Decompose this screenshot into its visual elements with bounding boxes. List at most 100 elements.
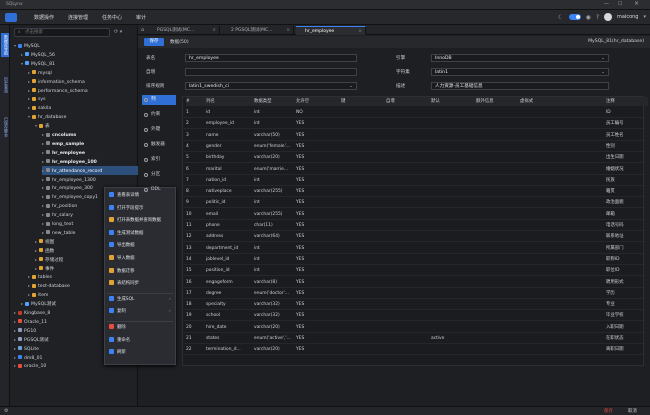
table-cell[interactable] — [431, 345, 474, 355]
tree-node[interactable]: ▸ test-database — [28, 281, 70, 290]
column-header[interactable]: 自增 — [386, 97, 431, 106]
table-cell[interactable] — [476, 345, 518, 355]
table-cell[interactable] — [476, 131, 518, 141]
table-cell[interactable] — [431, 142, 474, 152]
table-cell[interactable]: 13 — [186, 244, 204, 254]
context-menu-item[interactable]: 表结构同步 — [109, 279, 139, 289]
table-row[interactable]: 4 gender enum('female'... YES 性别 — [183, 142, 645, 152]
table-cell[interactable]: 性别 — [606, 142, 646, 152]
tree-node[interactable]: ▸ hr_employee — [42, 148, 85, 157]
table-row[interactable]: 21 states enum('active','... YES active 在职状态 — [183, 334, 645, 344]
maximize-icon[interactable]: ☐ — [618, 1, 622, 7]
table-cell[interactable]: YES — [296, 232, 339, 242]
table-row[interactable]: 1 id int NO ID — [183, 108, 645, 118]
table-cell[interactable] — [431, 165, 474, 175]
table-cell[interactable] — [341, 232, 384, 242]
table-cell[interactable]: enum('active','... — [254, 334, 294, 344]
table-cell[interactable] — [476, 153, 518, 163]
table-cell[interactable]: 学历 — [606, 289, 646, 299]
username[interactable]: maicong — [617, 14, 638, 20]
table-cell[interactable]: varchar(32) — [254, 311, 294, 321]
table-cell[interactable]: 婚姻状况 — [606, 165, 646, 175]
table-cell[interactable] — [341, 289, 384, 299]
tree-node[interactable]: ▸ hr_employee_copy1 — [42, 192, 98, 201]
table-cell[interactable] — [341, 311, 384, 321]
tree-node[interactable]: ▾ 表 — [35, 121, 50, 130]
tree-node[interactable]: ▸ item — [28, 290, 48, 299]
table-cell[interactable]: 聘用形式 — [606, 278, 646, 288]
table-cell[interactable] — [476, 108, 518, 118]
structure-tab[interactable]: 约束 — [142, 110, 176, 120]
column-header[interactable]: 虚拟式 — [520, 97, 606, 106]
table-row[interactable]: 18 specialty varchar(32) YES 专业 — [183, 300, 645, 311]
table-cell[interactable]: varchar(20) — [254, 345, 294, 355]
table-cell[interactable] — [341, 221, 384, 231]
table-cell[interactable]: marital — [206, 165, 252, 175]
table-cell[interactable]: states — [206, 334, 252, 344]
structure-tab[interactable]: 分区 — [142, 170, 176, 180]
table-cell[interactable] — [520, 142, 604, 152]
engine-select[interactable]: InnoDB ⌄ — [431, 54, 609, 62]
table-cell[interactable]: 18 — [186, 300, 204, 310]
table-cell[interactable]: active — [431, 334, 474, 344]
table-cell[interactable]: 入职日期 — [606, 323, 646, 333]
minimize-icon[interactable]: — — [604, 1, 609, 7]
context-menu-item[interactable]: 打开字段提示 — [109, 204, 143, 214]
table-cell[interactable]: 8 — [186, 187, 204, 197]
table-cell[interactable] — [341, 210, 384, 220]
save-button[interactable]: 保存 — [144, 38, 164, 46]
table-cell[interactable]: 5 — [186, 153, 204, 163]
table-cell[interactable] — [341, 278, 384, 288]
tree-node[interactable]: ▸ PG10 — [14, 326, 36, 335]
table-cell[interactable]: joblevel_id — [206, 255, 252, 265]
table-row[interactable]: 12 address varchar(64) YES 联系地址 — [183, 232, 645, 243]
table-cell[interactable]: engageform — [206, 278, 252, 288]
table-cell[interactable] — [341, 119, 384, 129]
table-cell[interactable] — [386, 210, 429, 220]
table-cell[interactable]: 4 — [186, 142, 204, 152]
table-cell[interactable]: int — [254, 198, 294, 208]
table-cell[interactable]: 员工姓名 — [606, 131, 646, 141]
tree-node[interactable]: ▾ MySQL_81 — [21, 59, 55, 68]
table-cell[interactable] — [476, 289, 518, 299]
table-cell[interactable]: 电话号码 — [606, 221, 646, 231]
table-cell[interactable] — [520, 153, 604, 163]
tree-node[interactable]: ▸ MySQL_56 — [21, 50, 55, 59]
table-cell[interactable]: YES — [296, 323, 339, 333]
table-cell[interactable] — [431, 278, 474, 288]
table-cell[interactable]: gender — [206, 142, 252, 152]
table-cell[interactable] — [341, 255, 384, 265]
table-cell[interactable]: phone — [206, 221, 252, 231]
table-cell[interactable]: 出生日期 — [606, 153, 646, 163]
table-cell[interactable] — [431, 300, 474, 310]
tree-node[interactable]: ▸ hr_employee_300 — [42, 183, 93, 192]
table-cell[interactable] — [341, 131, 384, 141]
tree-node[interactable]: ▸ cncolums — [42, 130, 76, 139]
table-cell[interactable]: YES — [296, 131, 339, 141]
table-cell[interactable] — [520, 176, 604, 186]
table-name-field[interactable]: hr_employee — [185, 54, 357, 62]
table-cell[interactable]: YES — [296, 119, 339, 129]
settings-icon[interactable]: ⚙ — [4, 408, 8, 414]
table-cell[interactable]: varchar(255) — [254, 210, 294, 220]
close-icon[interactable]: × — [286, 26, 290, 35]
table-cell[interactable] — [520, 345, 604, 355]
table-cell[interactable] — [386, 119, 429, 129]
table-cell[interactable] — [520, 244, 604, 254]
table-cell[interactable] — [520, 289, 604, 299]
table-cell[interactable] — [520, 255, 604, 265]
table-cell[interactable] — [386, 221, 429, 231]
table-cell[interactable] — [386, 334, 429, 344]
table-row[interactable]: 10 email varchar(255) YES 邮箱 — [183, 210, 645, 220]
table-cell[interactable] — [476, 255, 518, 265]
theme-icon[interactable]: ☾ — [558, 14, 563, 21]
tree-node[interactable]: ▸ dm8_01 — [14, 353, 42, 362]
table-cell[interactable]: YES — [296, 153, 339, 163]
table-cell[interactable]: email — [206, 210, 252, 220]
table-cell[interactable]: char(11) — [254, 221, 294, 231]
table-cell[interactable]: int — [254, 108, 294, 118]
table-cell[interactable] — [386, 187, 429, 197]
context-menu-item[interactable]: 生成测试数据 — [109, 229, 143, 239]
tree-node[interactable]: ▸ oracle_10 — [14, 361, 46, 370]
table-cell[interactable]: YES — [296, 278, 339, 288]
